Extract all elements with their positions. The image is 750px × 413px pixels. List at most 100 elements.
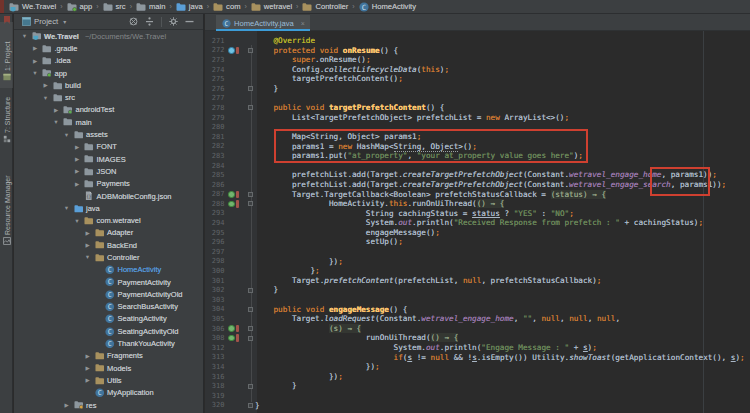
settings-gear-icon[interactable] bbox=[169, 17, 178, 26]
tree-item-controller[interactable]: ▼Controller bbox=[14, 251, 203, 263]
tree-item-label: ThankYouActivity bbox=[118, 339, 175, 348]
svg-text:C: C bbox=[108, 291, 112, 299]
fold-marker-icon[interactable] bbox=[248, 192, 253, 197]
tree-item-java[interactable]: ▼java bbox=[14, 202, 203, 214]
tree-item-app[interactable]: ▼app bbox=[14, 67, 203, 79]
tree-expand-icon[interactable]: ▶ bbox=[83, 242, 92, 248]
tree-expand-icon[interactable]: ▼ bbox=[31, 70, 40, 76]
fold-marker-icon[interactable] bbox=[248, 307, 253, 312]
tree-expand-icon[interactable]: ▶ bbox=[41, 82, 50, 88]
code-editor[interactable]: 271 @Override272 protected void onResume… bbox=[205, 31, 750, 413]
collapse-all-icon[interactable] bbox=[145, 17, 154, 26]
tree-expand-icon[interactable]: ▶ bbox=[73, 180, 82, 186]
tree-item-homeactivity[interactable]: CHomeActivity bbox=[14, 264, 203, 276]
breadcrumb-item-src[interactable]: src bbox=[103, 2, 126, 12]
tree-expand-icon[interactable]: ▶ bbox=[83, 377, 92, 383]
fold-slot bbox=[239, 122, 255, 132]
breadcrumb-item-java[interactable]: java bbox=[176, 2, 203, 12]
tree-item-we-travel[interactable]: ▼We.Travel~/Documents/We.Travel bbox=[14, 30, 203, 42]
stripe-button--structure[interactable]: 7: Structure bbox=[0, 93, 13, 148]
breadcrumb-item-wetravel[interactable]: wetravel bbox=[251, 2, 292, 12]
tree-item-backend[interactable]: ▶BackEnd bbox=[14, 239, 203, 251]
tree-item--gradle[interactable]: ▶.gradle bbox=[14, 42, 203, 54]
tree-expand-icon[interactable]: ▶ bbox=[31, 45, 40, 51]
fold-slot bbox=[239, 36, 255, 46]
stripe-button--project[interactable]: 1: Project bbox=[0, 24, 13, 86]
tree-expand-icon[interactable]: ▶ bbox=[83, 229, 92, 235]
implement-method-icon[interactable] bbox=[228, 325, 235, 332]
override-method-icon[interactable] bbox=[228, 47, 235, 54]
tree-item--idea[interactable]: ▶.idea bbox=[14, 55, 203, 67]
breadcrumb-item-we.travel[interactable]: We.Travel bbox=[9, 2, 56, 12]
tree-item-searchbusactivity[interactable]: CSearchBusActivity bbox=[14, 301, 203, 313]
tree-item-assets[interactable]: ▼assets bbox=[14, 128, 203, 140]
tree-item-paymentactivity[interactable]: CPaymentActivity bbox=[14, 276, 203, 288]
tree-expand-icon[interactable]: ▶ bbox=[31, 57, 40, 63]
tree-expand-icon[interactable]: ▼ bbox=[62, 131, 71, 137]
tree-expand-icon[interactable]: ▶ bbox=[62, 402, 71, 408]
tree-item-fragments[interactable]: ▶Fragments bbox=[14, 350, 203, 362]
fold-slot bbox=[239, 353, 255, 363]
tree-expand-icon[interactable]: ▼ bbox=[83, 254, 92, 260]
implement-method-icon[interactable] bbox=[228, 191, 235, 198]
tree-item-label: Utils bbox=[107, 376, 122, 385]
tree-item-models[interactable]: ▶Models bbox=[14, 362, 203, 374]
tree-item-images[interactable]: ▶IMAGES bbox=[14, 153, 203, 165]
tree-expand-icon[interactable]: ▶ bbox=[52, 106, 61, 112]
tree-expand-icon[interactable]: ▼ bbox=[62, 205, 71, 211]
fold-marker-icon[interactable] bbox=[248, 336, 253, 341]
breadcrumb-item-com[interactable]: com bbox=[213, 2, 240, 12]
tree-expand-icon[interactable]: ▶ bbox=[73, 143, 82, 149]
fold-marker-icon[interactable] bbox=[248, 201, 253, 206]
locate-icon[interactable] bbox=[129, 17, 138, 26]
tree-item-androidtest[interactable]: ▶androidTest bbox=[14, 104, 203, 116]
stripe-button-resource-manager[interactable]: Resource Manager bbox=[0, 172, 13, 250]
gutter-icon-slot bbox=[225, 276, 239, 286]
tree-expand-icon[interactable]: ▼ bbox=[20, 33, 29, 39]
breadcrumb-item-controller[interactable]: Controller bbox=[302, 2, 348, 12]
tree-item-utils[interactable]: ▶ Utils bbox=[14, 374, 203, 386]
tree-item-paymentactivityold[interactable]: CPaymentActivityOld bbox=[14, 288, 203, 300]
chevron-down-icon[interactable]: ▾ bbox=[63, 18, 66, 25]
tree-item-adbmobileconfig-json[interactable]: {}ADBMobileConfig.json bbox=[14, 190, 203, 202]
tree-expand-icon[interactable]: ▶ bbox=[83, 352, 92, 358]
tree-item-thankyouactivity[interactable]: CThankYouActivity bbox=[14, 337, 203, 349]
tree-expand-icon[interactable]: ▶ bbox=[73, 168, 82, 174]
fold-marker-icon[interactable] bbox=[248, 86, 253, 91]
svg-text:C: C bbox=[108, 328, 112, 336]
breadcrumb-label: Controller bbox=[315, 2, 348, 11]
fold-marker-icon[interactable] bbox=[248, 288, 253, 293]
tree-item-src[interactable]: ▼src bbox=[14, 91, 203, 103]
tree-expand-icon[interactable]: ▼ bbox=[52, 119, 61, 125]
fold-marker-icon[interactable] bbox=[248, 403, 253, 408]
tree-expand-icon[interactable]: ▶ bbox=[73, 156, 82, 162]
tree-item-adapter[interactable]: ▶Adapter bbox=[14, 227, 203, 239]
tree-item-myapplication[interactable]: CMyApplication bbox=[14, 387, 203, 399]
tree-item-main[interactable]: ▼main bbox=[14, 116, 203, 128]
tree-item-seatingactivity[interactable]: CSeatingActivity bbox=[14, 313, 203, 325]
fold-marker-icon[interactable] bbox=[248, 384, 253, 389]
fold-marker-icon[interactable] bbox=[248, 105, 253, 110]
implement-method-icon[interactable] bbox=[228, 335, 235, 342]
tree-expand-icon[interactable]: ▼ bbox=[41, 94, 50, 100]
tree-item-com-wetravel[interactable]: ▼com.wetravel bbox=[14, 214, 203, 226]
breadcrumb-item-homeactivity[interactable]: CHomeActivity bbox=[359, 2, 416, 12]
tab-close-icon[interactable]: × bbox=[301, 20, 305, 27]
implement-method-icon[interactable] bbox=[228, 201, 235, 208]
tree-item-font[interactable]: ▶FONT bbox=[14, 141, 203, 153]
hide-panel-icon[interactable] bbox=[185, 17, 194, 26]
project-panel-title[interactable]: Project bbox=[34, 17, 58, 26]
tree-item-payments[interactable]: ▶Payments bbox=[14, 178, 203, 190]
tree-item-res[interactable]: ▶res bbox=[14, 399, 203, 411]
code-line-300: 300 }; bbox=[205, 266, 750, 276]
tree-item-build[interactable]: ▶build bbox=[14, 79, 203, 91]
tree-item-seatingactivityold[interactable]: CSeatingActivityOld bbox=[14, 325, 203, 337]
breadcrumb-item-app[interactable]: app bbox=[67, 2, 93, 12]
tree-expand-icon[interactable]: ▶ bbox=[83, 365, 92, 371]
editor-tab-homeactivity[interactable]: C HomeActivity.java × bbox=[216, 15, 310, 31]
tree-expand-icon[interactable]: ▼ bbox=[73, 217, 82, 223]
breadcrumb-item-main[interactable]: main bbox=[136, 2, 165, 12]
fold-marker-icon[interactable] bbox=[248, 326, 253, 331]
fold-marker-icon[interactable] bbox=[248, 48, 253, 53]
tree-item-json[interactable]: ▶JSON bbox=[14, 165, 203, 177]
